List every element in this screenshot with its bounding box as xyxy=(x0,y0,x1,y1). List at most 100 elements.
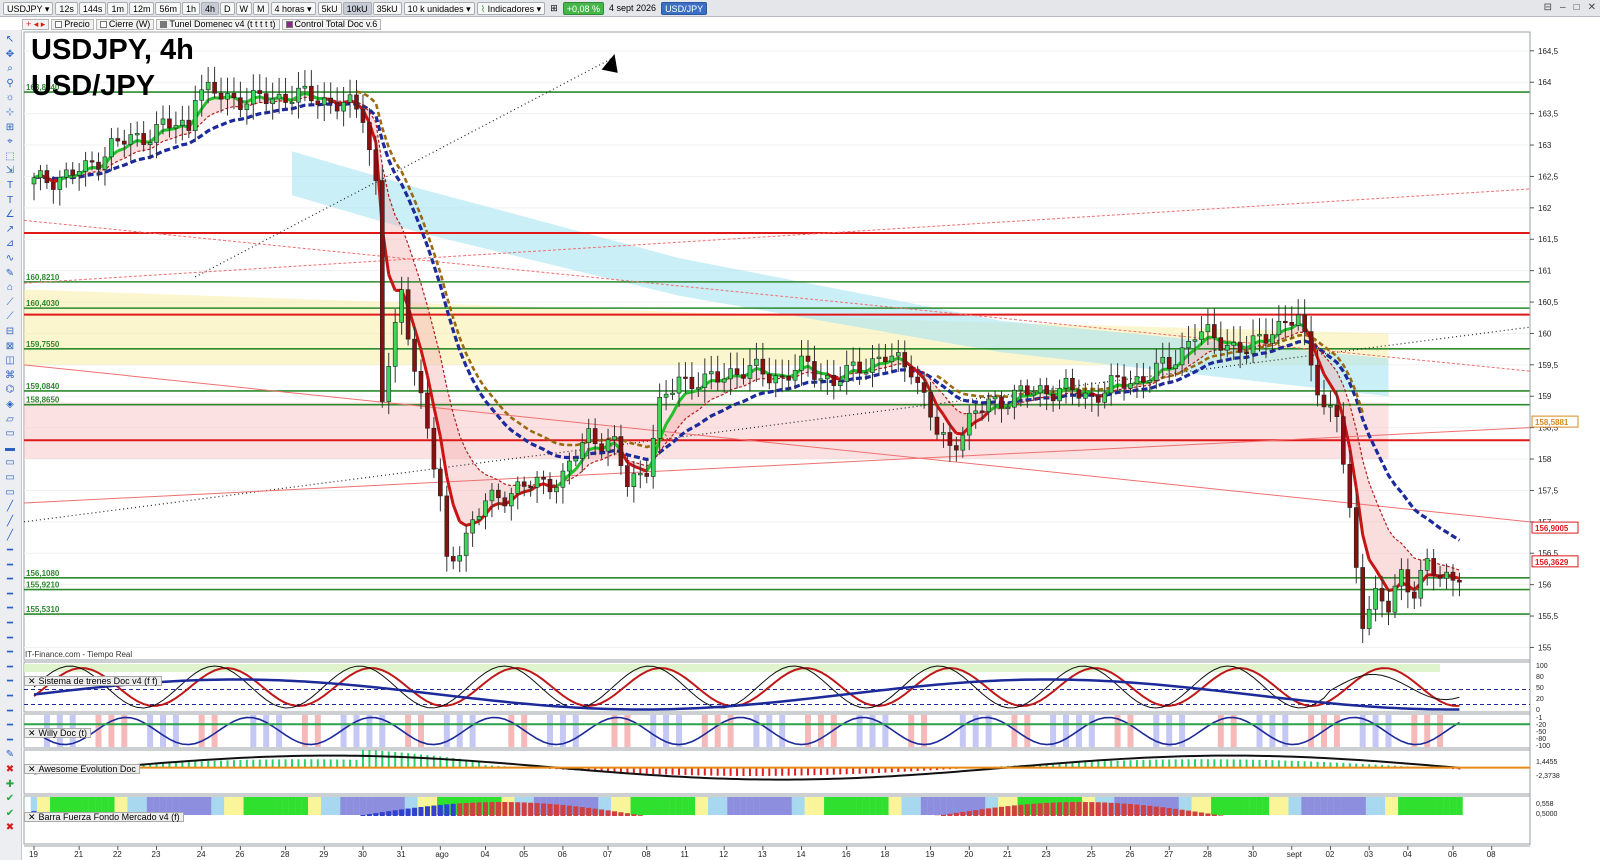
force-bar xyxy=(1211,797,1218,815)
candle-body xyxy=(657,397,662,439)
panel-label-trenes[interactable]: ✕ Sistema de trenes Doc v4 (f f) xyxy=(24,676,162,686)
force-histogram xyxy=(573,806,579,816)
candle-body xyxy=(218,92,224,100)
candle-body xyxy=(928,392,933,418)
candle-body xyxy=(354,94,359,110)
candle-body xyxy=(1386,600,1391,613)
candle-body xyxy=(702,373,708,388)
willy-bar xyxy=(611,715,618,747)
time-tick-label: 02 xyxy=(1325,850,1334,859)
candle-body xyxy=(857,361,862,374)
force-bar xyxy=(624,797,631,815)
force-histogram xyxy=(966,810,972,816)
willy-bar xyxy=(817,715,824,747)
willy-bar xyxy=(1050,715,1057,747)
candle-body xyxy=(373,149,379,181)
time-tick-label: 28 xyxy=(1203,850,1212,859)
force-bar xyxy=(1365,797,1373,815)
time-tick-label: 28 xyxy=(281,850,290,859)
candle-body xyxy=(799,355,804,371)
candle-body xyxy=(1353,507,1359,568)
candle-body xyxy=(231,93,237,99)
candle-body xyxy=(521,481,527,487)
candle-body xyxy=(263,93,269,105)
candle-body xyxy=(1412,591,1417,599)
panel-label-awesome[interactable]: ✕ Awesome Evolution Doc xyxy=(24,764,140,774)
candle-body xyxy=(837,381,843,386)
force-histogram xyxy=(1018,804,1024,816)
candle-body xyxy=(192,100,198,131)
close-icon[interactable]: ✕ xyxy=(28,764,36,774)
chart-canvas[interactable]: 163,8440160,8210160,4030159,7550159,0840… xyxy=(0,0,1600,860)
candle-body xyxy=(296,87,301,103)
candle-body xyxy=(599,443,604,452)
level-label: 160,4030 xyxy=(26,299,60,308)
price-tick-label: 155 xyxy=(1538,643,1552,652)
price-tick-label: 163 xyxy=(1538,141,1552,150)
candle-body xyxy=(721,378,727,383)
force-bar xyxy=(301,797,309,815)
candle-body xyxy=(463,532,469,556)
candle-body xyxy=(747,365,753,379)
candle-body xyxy=(1424,558,1430,571)
candle-body xyxy=(1283,320,1288,324)
force-histogram xyxy=(1128,804,1133,816)
candle-body xyxy=(1347,464,1353,508)
candle-body xyxy=(650,437,656,477)
candle-body xyxy=(863,372,869,375)
force-bar xyxy=(933,797,941,815)
force-histogram xyxy=(399,809,405,816)
candle-body xyxy=(534,476,540,488)
close-icon[interactable]: ✕ xyxy=(28,812,36,822)
candle-body xyxy=(1257,334,1262,337)
candle-body xyxy=(283,93,288,103)
force-bar xyxy=(849,797,857,815)
candle-body xyxy=(63,169,69,178)
candle-body xyxy=(541,476,546,480)
candle-body xyxy=(70,169,75,176)
candle-body xyxy=(579,442,585,459)
candle-body xyxy=(1037,385,1043,394)
force-bar xyxy=(346,797,354,815)
panel-label-barra[interactable]: ✕ Barra Fuerza Fondo Mercado v4 (f) xyxy=(24,812,184,822)
candle-body xyxy=(1437,574,1443,579)
force-histogram xyxy=(618,812,624,816)
close-icon[interactable]: ✕ xyxy=(28,728,36,738)
price-tick-label: 160,5 xyxy=(1538,298,1559,307)
candle-body xyxy=(309,85,314,102)
ma-fast-segment xyxy=(956,431,963,436)
time-tick-label: 08 xyxy=(642,850,651,859)
force-bar xyxy=(372,797,380,815)
candle-body xyxy=(154,124,159,143)
ma-fast-segment xyxy=(117,147,125,153)
force-histogram xyxy=(605,810,611,816)
time-tick-label: 23 xyxy=(152,850,161,859)
level-label: 160,8210 xyxy=(26,273,60,282)
candle-body xyxy=(1308,331,1314,366)
candle-body xyxy=(379,180,385,402)
force-bar xyxy=(1249,797,1257,815)
force-bar xyxy=(1333,797,1341,815)
force-histogram xyxy=(1134,804,1140,816)
candle-body xyxy=(1057,387,1062,402)
force-histogram xyxy=(1192,811,1198,816)
candle-body xyxy=(1186,341,1191,349)
force-bar xyxy=(1204,797,1212,815)
candle-body xyxy=(1341,416,1346,465)
force-histogram xyxy=(1115,803,1121,816)
force-bar xyxy=(1346,797,1354,815)
force-histogram xyxy=(418,806,424,816)
force-histogram xyxy=(424,806,430,816)
panel-label-willy[interactable]: ✕ Willy Doc (t) xyxy=(24,728,92,738)
close-icon[interactable]: ✕ xyxy=(28,676,36,686)
candle-body xyxy=(147,142,153,145)
price-tick-label: 156 xyxy=(1538,581,1552,590)
force-histogram xyxy=(470,802,476,816)
candle-body xyxy=(812,361,817,380)
price-tick-label: 159 xyxy=(1538,392,1552,401)
candle-body xyxy=(508,493,514,507)
candle-body xyxy=(76,171,82,176)
candle-body xyxy=(973,410,979,414)
force-bar xyxy=(1404,797,1412,815)
force-bar xyxy=(675,797,683,815)
